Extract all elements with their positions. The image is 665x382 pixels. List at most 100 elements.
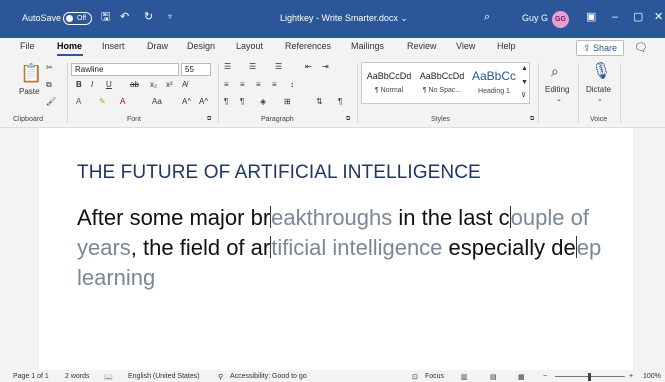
bullets-icon[interactable]: ☰ — [224, 62, 231, 71]
paste-icon[interactable]: 📋 — [20, 63, 42, 84]
document-body[interactable]: After some major breakthroughs in the la… — [77, 203, 617, 293]
language-status[interactable]: English (United States) — [128, 373, 200, 380]
align-center-icon[interactable]: ≡ — [240, 80, 245, 89]
tab-layout[interactable]: Layout — [236, 41, 263, 51]
bold-icon[interactable]: B — [76, 80, 82, 89]
zoom-level[interactable]: 100% — [643, 373, 661, 380]
page-count[interactable]: Page 1 of 1 — [13, 373, 49, 380]
ribbon-tabs: File Home Insert Draw Design Layout Refe… — [0, 38, 665, 59]
font-color-icon[interactable]: A — [120, 97, 125, 106]
tab-help[interactable]: Help — [497, 41, 516, 51]
zoom-in-icon[interactable]: + — [629, 373, 633, 380]
sort-icon[interactable]: ⇅ — [316, 97, 323, 106]
read-mode-icon[interactable]: ▥ — [461, 373, 468, 381]
align-left-icon[interactable]: ≡ — [224, 80, 229, 89]
title-bar: AutoSave Off 🖫 ↶ ↻ ▿ Lightkey - Write Sm… — [0, 0, 665, 38]
borders-icon[interactable]: ⊞ — [284, 97, 291, 106]
copy-icon[interactable]: ⧉ — [46, 80, 52, 90]
tab-home[interactable]: Home — [57, 41, 82, 51]
document-title[interactable]: Lightkey - Write Smarter.docx ⌄ — [280, 13, 408, 24]
tab-design[interactable]: Design — [187, 41, 215, 51]
style-normal[interactable]: AaBbCcDd ¶ Normal — [364, 65, 414, 103]
strikethrough-icon[interactable]: ab — [130, 80, 139, 89]
highlight-icon[interactable]: ✎ — [99, 97, 106, 106]
undo-icon[interactable]: ↶ — [120, 10, 129, 24]
show-formatting-icon[interactable]: ¶ — [338, 97, 342, 106]
redo-icon[interactable]: ↻ — [144, 10, 153, 24]
styles-more-icon[interactable]: ⊽ — [521, 91, 526, 99]
minimize-icon[interactable]: – — [612, 10, 618, 24]
style-no-spacing[interactable]: AaBbCcDd ¶ No Spac... — [416, 65, 468, 103]
font-dialog-launcher-icon[interactable]: ⧉ — [207, 116, 211, 123]
focus-button[interactable]: Focus — [425, 373, 444, 380]
decrease-indent-icon[interactable]: ⇤ — [305, 62, 312, 71]
editing-chevron-icon[interactable]: ⌄ — [556, 95, 562, 103]
print-layout-icon[interactable]: ▤ — [490, 373, 497, 381]
accessibility-status[interactable]: Accessibility: Good to go — [230, 373, 307, 380]
ribbon-display-icon[interactable]: ▣ — [586, 10, 596, 24]
dictate-button[interactable]: Dictate — [586, 85, 611, 94]
font-size-select[interactable]: 55 — [181, 63, 211, 76]
proofing-icon[interactable]: 📖 — [104, 373, 113, 381]
save-icon[interactable]: 🖫 — [101, 10, 110, 24]
font-name-select[interactable]: Rawline — [71, 63, 179, 76]
active-tab-indicator — [57, 54, 83, 56]
tab-file[interactable]: File — [20, 41, 35, 51]
editing-button[interactable]: Editing — [545, 85, 569, 94]
italic-icon[interactable]: I — [91, 80, 93, 89]
clear-formatting-icon[interactable]: A̸ — [182, 80, 187, 89]
rtl-direction-icon[interactable]: ¶ — [240, 97, 244, 106]
tab-draw[interactable]: Draw — [147, 41, 168, 51]
search-icon[interactable]: ⌕ — [484, 10, 490, 24]
grow-font-icon[interactable]: A^ — [182, 97, 191, 106]
user-name[interactable]: Guy G — [522, 13, 548, 23]
share-button[interactable]: ⇪ Share — [576, 40, 624, 56]
paragraph-dialog-launcher-icon[interactable]: ⧉ — [346, 116, 350, 123]
superscript-icon[interactable]: x² — [166, 80, 173, 89]
style-heading-1[interactable]: AaBbCc Heading 1 — [470, 65, 518, 103]
tab-insert[interactable]: Insert — [102, 41, 125, 51]
zoom-slider-thumb[interactable] — [588, 373, 591, 381]
styles-scroll-down-icon[interactable]: ▼ — [521, 79, 528, 86]
text-effects-icon[interactable]: A — [76, 97, 81, 106]
styles-scroll-up-icon[interactable]: ▲ — [521, 65, 528, 72]
dictate-chevron-icon[interactable]: ⌄ — [597, 95, 603, 103]
shading-icon[interactable]: ◈ — [260, 97, 266, 106]
tab-view[interactable]: View — [456, 41, 475, 51]
ltr-direction-icon[interactable]: ¶ — [224, 97, 228, 106]
document-heading[interactable]: THE FUTURE OF ARTIFICIAL INTELLIGENCE — [77, 162, 481, 184]
avatar[interactable]: GG — [552, 11, 569, 28]
line-spacing-icon[interactable]: ↕ — [290, 80, 294, 89]
comments-icon[interactable]: 🗨 — [634, 41, 648, 54]
tab-review[interactable]: Review — [407, 41, 437, 51]
tab-references[interactable]: References — [285, 41, 331, 51]
justify-icon[interactable]: ≡ — [272, 80, 277, 89]
format-painter-icon[interactable]: 🖌 — [46, 97, 56, 106]
styles-group-label: Styles — [431, 116, 451, 123]
multilevel-list-icon[interactable]: ☰ — [275, 62, 282, 71]
zoom-out-icon[interactable]: − — [543, 373, 547, 380]
word-count[interactable]: 2 words — [65, 373, 90, 380]
document-page[interactable]: THE FUTURE OF ARTIFICIAL INTELLIGENCE Af… — [39, 128, 633, 370]
accessibility-icon: ⚲ — [218, 374, 224, 381]
numbering-icon[interactable]: ☰ — [249, 62, 256, 71]
tab-mailings[interactable]: Mailings — [351, 41, 384, 51]
maximize-icon[interactable]: ▢ — [633, 10, 643, 24]
group-divider — [578, 63, 579, 123]
change-case-button[interactable]: Aa — [152, 97, 162, 106]
find-icon[interactable]: ⌕ — [551, 63, 559, 80]
web-layout-icon[interactable]: ▦ — [518, 373, 525, 381]
align-right-icon[interactable]: ≡ — [256, 80, 261, 89]
quick-access-customize-icon[interactable]: ▿ — [168, 10, 172, 24]
autosave-toggle[interactable]: Off — [63, 12, 92, 25]
styles-dialog-launcher-icon[interactable]: ⧉ — [530, 116, 534, 123]
autosave-label: AutoSave — [22, 13, 62, 23]
subscript-icon[interactable]: x₂ — [150, 80, 157, 89]
close-icon[interactable]: ✕ — [654, 10, 663, 24]
shrink-font-icon[interactable]: A^ — [199, 97, 208, 106]
underline-icon[interactable]: U — [106, 80, 112, 89]
paste-button[interactable]: Paste — [19, 87, 39, 96]
cut-icon[interactable]: ✂ — [46, 63, 53, 72]
increase-indent-icon[interactable]: ⇥ — [322, 62, 329, 71]
microphone-icon[interactable]: 🎙 — [591, 61, 611, 81]
